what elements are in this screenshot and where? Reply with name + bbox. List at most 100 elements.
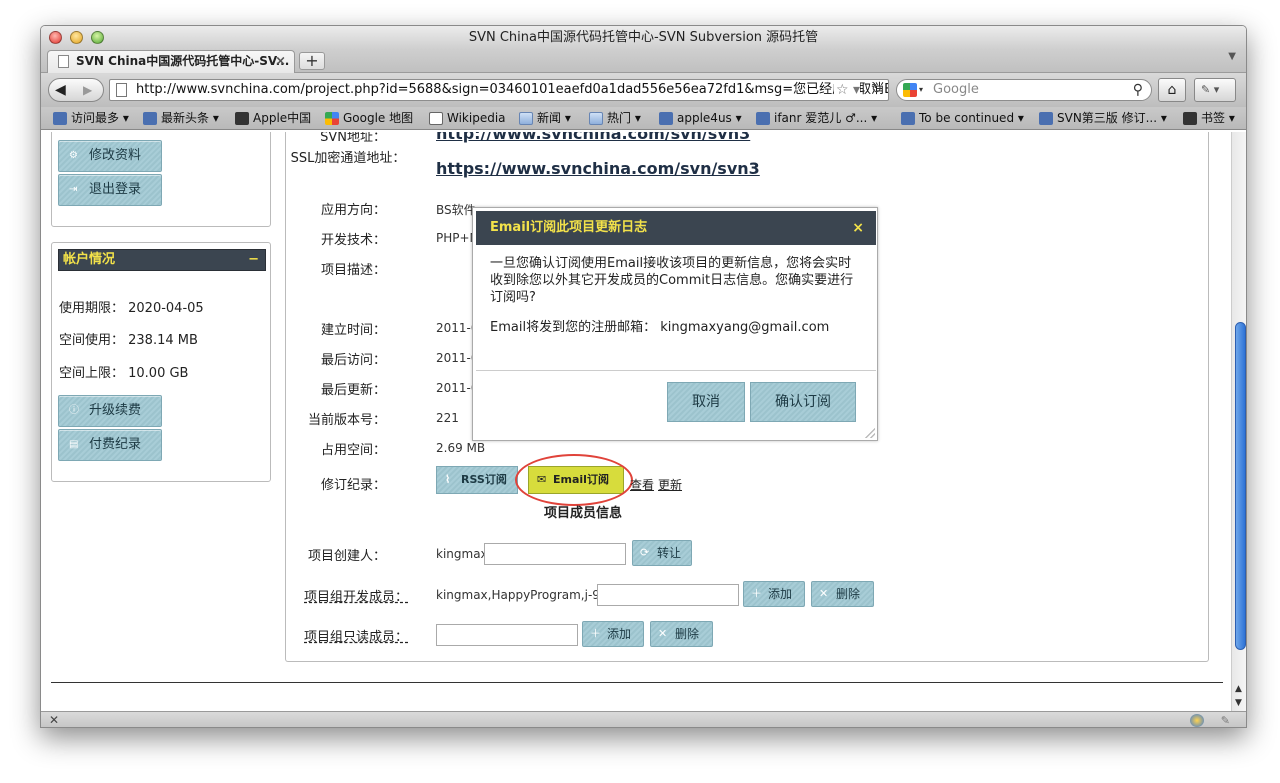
bookmark-item[interactable]: 热门 ▾ [589,107,641,129]
footer-divider [51,682,1223,683]
transfer-button[interactable]: ⟳ 转让 [632,540,692,566]
search-icon[interactable]: ⚲ [1133,80,1143,100]
button-label: 转让 [657,546,682,560]
log-label: 修订纪录： [320,478,386,493]
status-addon-icon[interactable]: ✎ [1221,714,1230,727]
tab-bar: SVN China中国源代码托管中心-SV... × + ▼ [41,49,1246,73]
minimize-window-button[interactable] [70,31,83,44]
bookmarks-star-icon [1183,111,1197,125]
add-developer-input[interactable] [597,584,739,606]
bookmark-folder-icon [53,111,67,125]
bookmarks-bar: 访问最多 ▾ 最新头条 ▾ Apple中国 Google 地图 Wikipedi… [41,107,1246,130]
dialog-cancel-button[interactable]: 取消 [667,382,745,422]
bookmark-label: Apple中国 [253,111,312,125]
bookmark-label: ifanr 爱范儿 ♂... ▾ [774,111,878,125]
back-arrow-icon[interactable]: ◀ [55,83,72,98]
google-icon [903,83,917,97]
space-value: 2.69 MB [436,441,486,455]
add-readonly-input[interactable] [436,624,578,646]
dialog-close-icon[interactable]: × [852,211,864,245]
email-subscribe-dialog: Email订阅此项目更新日志 × 一旦您确认订阅使用Email接收该项目的更新信… [472,207,878,441]
scrollbar-thumb[interactable] [1235,322,1246,650]
version-label: 当前版本号： [307,413,386,428]
button-label: 升级续费 [89,403,142,418]
bookmark-item[interactable]: SVN第三版 修订... ▾ [1039,107,1167,129]
addon-button[interactable]: ✎ ▾ [1194,78,1236,102]
search-box[interactable]: ▾ Google ⚲ [896,79,1152,101]
bookmark-item[interactable]: Wikipedia [429,107,506,129]
google-icon [325,111,339,125]
reload-icon[interactable]: ↻ [871,80,882,100]
button-label: 删除 [675,627,700,641]
forward-arrow-icon[interactable]: ▶ [83,83,92,97]
button-label: 退出登录 [89,182,142,197]
status-bar: ✕ ✎ [41,711,1246,727]
url-bar[interactable]: http://www.svnchina.com/project.php?id=5… [109,79,889,101]
bookmark-label: 新闻 ▾ [537,111,571,125]
vertical-scrollbar[interactable]: ▲ ▼ [1231,132,1246,711]
bookmark-star-icon[interactable]: ☆ ▾ [833,80,860,100]
window-title: SVN China中国源代码托管中心-SVN Subversion 源码托管 [468,30,819,45]
nav-bar: ◀ ▶ http://www.svnchina.com/project.php?… [41,73,1246,107]
tab-list-icon[interactable]: ▼ [1228,51,1236,62]
tab-svnchina[interactable]: SVN China中国源代码托管中心-SV... × [47,50,295,73]
dialog-header: Email订阅此项目更新日志 × [476,211,876,245]
back-forward-buttons[interactable]: ◀ ▶ [48,78,104,102]
bookmark-item[interactable]: To be continued ▾ [901,107,1024,129]
status-globe-icon[interactable] [1190,714,1204,727]
transfer-input[interactable] [484,543,626,565]
resize-grip-icon[interactable] [865,428,875,438]
bookmark-item[interactable]: Apple中国 [235,107,311,129]
ssl-url-label: SSL加密通道地址： [290,151,406,166]
upgrade-button[interactable]: ⓘ 升级续费 [58,395,162,427]
view-log-link[interactable]: 查看 [630,476,654,493]
logout-button[interactable]: ⇥ 退出登录 [58,174,162,206]
add-developer-button[interactable]: ＋ 添加 [743,581,805,607]
delete-developer-button[interactable]: ✕ 删除 [811,581,874,607]
bookmark-item[interactable]: 书签 ▾ [1183,107,1235,129]
svn-url-link[interactable]: http://www.svnchina.com/svn/svn3 [436,132,750,143]
description-label: 项目描述： [320,263,386,278]
home-button[interactable]: ⌂ [1158,78,1186,102]
ssl-url-link[interactable]: https://www.svnchina.com/svn/svn3 [436,159,760,178]
chevron-down-icon[interactable]: ▾ [919,80,923,100]
payment-history-button[interactable]: ▤ 付费纪录 [58,429,162,461]
tab-title: SVN China中国源代码托管中心-SV... [76,54,290,68]
add-readonly-button[interactable]: ＋ 添加 [582,621,644,647]
developers-label[interactable]: 项目组开发成员： [304,586,408,605]
wikipedia-icon [429,111,443,125]
rss-icon [756,111,770,125]
account-title: 帐户情况 [63,252,116,267]
edit-profile-button[interactable]: ⚙ 修改资料 [58,140,162,172]
scroll-up-icon[interactable]: ▲ [1235,684,1242,694]
scroll-down-icon[interactable]: ▼ [1235,698,1242,708]
readonly-members-label[interactable]: 项目组只读成员： [304,626,408,645]
zoom-window-button[interactable] [91,31,104,44]
dialog-message: 一旦您确认订阅使用Email接收该项目的更新信息，您将会实时收到除您以外其它开发… [490,256,854,305]
bookmark-item[interactable]: 新闻 ▾ [519,107,571,129]
highlight-circle [515,454,633,506]
close-addon-bar-icon[interactable]: ✕ [49,713,59,727]
bookmark-item[interactable]: ifanr 爱范儿 ♂... ▾ [756,107,877,129]
delete-readonly-button[interactable]: ✕ 删除 [650,621,713,647]
button-label: 付费纪录 [89,437,142,452]
update-log-link[interactable]: 更新 [658,476,682,493]
folder-icon [519,111,533,125]
collapse-icon[interactable]: − [248,250,259,270]
new-tab-button[interactable]: + [299,52,325,70]
members-title: 项目成员信息 [544,506,623,521]
bookmark-label: SVN第三版 修订... ▾ [1057,111,1167,125]
rss-subscribe-button[interactable]: ⌇ RSS订阅 [436,466,518,494]
page-icon [116,83,127,97]
direction-value: BS软件 [436,203,476,217]
title-bar: SVN China中国源代码托管中心-SVN Subversion 源码托管 [41,26,1246,49]
dialog-confirm-button[interactable]: 确认订阅 [750,382,856,422]
button-label: RSS订阅 [461,473,507,486]
tab-close-icon[interactable]: × [275,51,286,72]
bookmark-item[interactable]: Google 地图 [325,107,413,129]
bookmark-item[interactable]: apple4us ▾ [659,107,742,129]
bookmark-item[interactable]: 访问最多 ▾ [53,107,129,129]
bookmark-item[interactable]: 最新头条 ▾ [143,107,219,129]
bookmark-label: To be continued ▾ [919,111,1024,125]
close-window-button[interactable] [49,31,62,44]
